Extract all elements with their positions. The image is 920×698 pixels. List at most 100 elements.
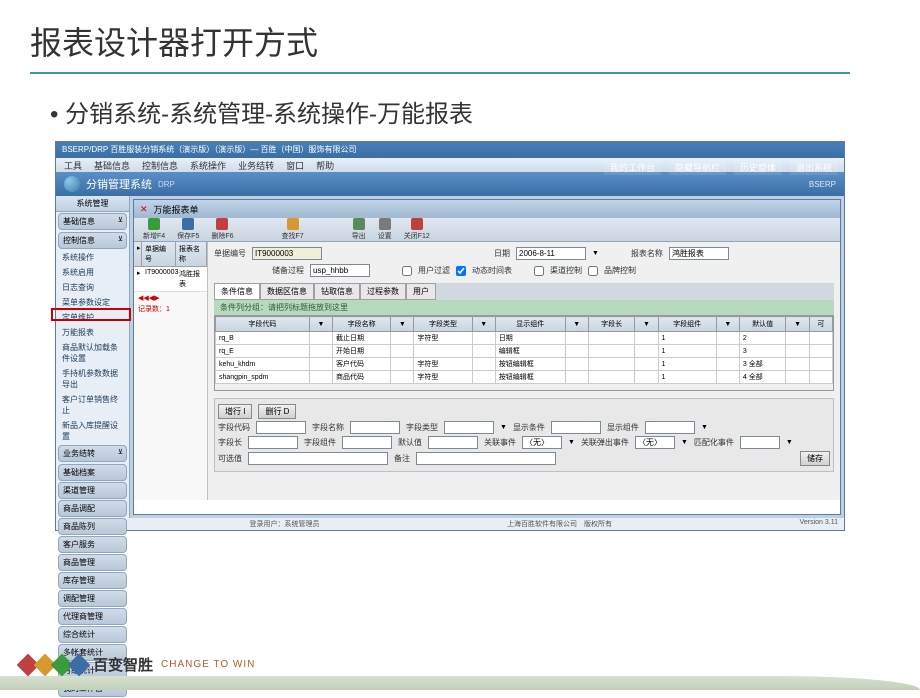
section-base[interactable]: 基础档案 xyxy=(58,464,127,481)
section-allocmgmt[interactable]: 调配管理 xyxy=(58,590,127,607)
table-row[interactable]: rq_B截止日期字符型日期12 xyxy=(216,332,833,345)
tab-procparam[interactable]: 过程参数 xyxy=(360,283,406,300)
tab-user[interactable]: 用户 xyxy=(406,283,436,300)
tab-dataarea[interactable]: 数据区信息 xyxy=(260,283,314,300)
slide-footer: 百变智胜 CHANGE TO WIN xyxy=(0,635,920,690)
record-count: 记录数：1 xyxy=(134,304,207,314)
input-relevent[interactable] xyxy=(522,436,562,449)
table-row[interactable]: rq_E开始日期编辑框13 xyxy=(216,345,833,358)
sidebar-item-orderstop[interactable]: 客户订单销售终止 xyxy=(56,392,129,418)
input-sp[interactable] xyxy=(310,264,370,277)
dropdown-icon[interactable]: ▼ xyxy=(592,250,599,257)
addrow-button[interactable]: 增行 I xyxy=(218,404,252,419)
menu-control[interactable]: 控制信息 xyxy=(142,159,178,171)
sidebar-item-sysstart[interactable]: 系统启用 xyxy=(56,265,129,280)
input-default[interactable] xyxy=(428,436,478,449)
list-panel: ▸ 单据编号 报表名称 ▸ IT9000003 鸿胜报表 ◀◀◀▶ 记录数：1 xyxy=(134,242,208,500)
tab-header: ✕ 万能报表单 xyxy=(134,200,840,218)
section-inventory[interactable]: 库存管理 xyxy=(58,572,127,589)
export-button[interactable]: 导出 xyxy=(349,217,369,242)
input-showcond[interactable] xyxy=(551,421,601,434)
menu-biz[interactable]: 业务结转 xyxy=(238,159,274,171)
chevron-down-icon: ⊻ xyxy=(118,216,123,224)
input-docno[interactable] xyxy=(252,247,322,260)
input-options[interactable] xyxy=(248,452,388,465)
settings-button[interactable]: 设置 xyxy=(375,217,395,242)
input-relpopup[interactable] xyxy=(635,436,675,449)
menu-base[interactable]: 基础信息 xyxy=(94,159,130,171)
group-baseinfo[interactable]: 基础信息⊻ xyxy=(58,213,127,230)
input-reportname[interactable] xyxy=(669,247,729,260)
label-sp: 储备过程 xyxy=(272,265,304,276)
section-display[interactable]: 商品陈列 xyxy=(58,518,127,535)
find-button[interactable]: 查找F7 xyxy=(279,217,307,242)
sidebar-item-log[interactable]: 日志查询 xyxy=(56,280,129,295)
status-user: 登录用户：系统管理员 xyxy=(250,519,320,529)
status-company: 上海百胜软件有限公司 版权所有 xyxy=(507,519,612,529)
globe-icon xyxy=(64,176,80,192)
link-hidenav[interactable]: 隐藏导航栏 xyxy=(669,160,726,175)
sidebar-item-ordermaint[interactable]: 定单维护 xyxy=(56,310,129,325)
condition-grid[interactable]: 字段代码▼ 字段名称▼ 字段类型▼ 显示组件▼ 字段长▼ 字段组件▼ 默认值▼ … xyxy=(214,315,834,391)
close-button[interactable]: 关闭F12 xyxy=(401,217,433,242)
link-exit[interactable]: 退出系统 xyxy=(790,160,838,175)
app-header: 分销管理系统 DRP BSERP xyxy=(56,172,844,196)
input-date[interactable] xyxy=(516,247,586,260)
section-agent[interactable]: 代理商管理 xyxy=(58,608,127,625)
link-workbench[interactable]: 我的工作台 xyxy=(604,160,661,175)
top-right-links: 我的工作台 隐藏导航栏 历史窗体 退出系统 xyxy=(604,160,838,175)
input-fieldcomp[interactable] xyxy=(342,436,392,449)
close-tab-icon[interactable]: ✕ xyxy=(140,204,148,215)
section-channel[interactable]: 渠道管理 xyxy=(58,482,127,499)
check-userfilter[interactable] xyxy=(402,266,412,276)
section-prodmgmt[interactable]: 商品管理 xyxy=(58,554,127,571)
list-row[interactable]: ▸ IT9000003 鸿胜报表 xyxy=(134,267,207,292)
check-channel[interactable] xyxy=(534,266,544,276)
input-fieldlen[interactable] xyxy=(248,436,298,449)
link-history[interactable]: 历史窗体 xyxy=(734,160,782,175)
detail-tabs: 条件信息 数据区信息 钻取信息 过程参数 用户 xyxy=(214,283,834,300)
sidebar-item-prodload[interactable]: 商品默认加载条件设置 xyxy=(56,340,129,366)
group-controlinfo[interactable]: 控制信息⊻ xyxy=(58,232,127,249)
delete-button[interactable]: 删除F6 xyxy=(208,217,236,242)
menu-help[interactable]: 帮助 xyxy=(316,159,334,171)
menu-window[interactable]: 窗口 xyxy=(286,159,304,171)
group-hint: 条件列分组：请把列标题拖放到这里 xyxy=(214,300,834,315)
delrow-button[interactable]: 删行 D xyxy=(258,404,296,419)
add-button[interactable]: 新增F4 xyxy=(140,217,168,242)
table-row[interactable]: kehu_khdm客户代码字符型按钮编辑框13 全部 xyxy=(216,358,833,371)
label-docno: 单据编号 xyxy=(214,248,246,259)
check-dynamictime[interactable] xyxy=(456,266,466,276)
label-reportname: 报表名称 xyxy=(631,248,663,259)
tab-condition[interactable]: 条件信息 xyxy=(214,283,260,300)
menu-tools[interactable]: 工具 xyxy=(64,159,82,171)
brand-logo: 百变智胜 CHANGE TO WIN xyxy=(20,654,255,675)
sidebar-item-newprod[interactable]: 新品入库提醒设置 xyxy=(56,418,129,444)
check-brand[interactable] xyxy=(588,266,598,276)
section-custsvc[interactable]: 客户服务 xyxy=(58,536,127,553)
input-fieldtype[interactable] xyxy=(444,421,494,434)
section-alloc[interactable]: 商品调配 xyxy=(58,500,127,517)
window-titlebar: BSERP/DRP 百胜服装分销系统（演示版）（演示版）— 百胜（中国）服饰有限… xyxy=(56,142,844,158)
status-bar: 登录用户：系统管理员 上海百胜软件有限公司 版权所有 Version 3.11 xyxy=(56,518,844,530)
breadcrumb-path: 分销系统-系统管理-系统操作-万能报表 xyxy=(0,74,920,141)
col-reportname[interactable]: 报表名称 xyxy=(176,242,207,266)
input-fieldname[interactable] xyxy=(350,421,400,434)
menu-sysop[interactable]: 系统操作 xyxy=(190,159,226,171)
table-row[interactable]: shangpin_spdm商品代码字符型按钮编辑框14 全部 xyxy=(216,371,833,384)
sidebar-item-menuparam[interactable]: 菜单参数设定 xyxy=(56,295,129,310)
input-matchevent[interactable] xyxy=(740,436,780,449)
col-docno[interactable]: 单据编号 xyxy=(142,242,176,266)
tab-drill[interactable]: 钻取信息 xyxy=(314,283,360,300)
sidebar-item-handheld[interactable]: 手持机参数数据导出 xyxy=(56,366,129,392)
input-showcomp[interactable] xyxy=(645,421,695,434)
sidebar-item-universalreport[interactable]: 万能报表 xyxy=(56,325,129,340)
group-bizclose[interactable]: 业务结转⊻ xyxy=(58,445,127,462)
input-remark[interactable] xyxy=(416,452,556,465)
input-fieldcode[interactable] xyxy=(256,421,306,434)
save-button[interactable]: 保存F5 xyxy=(174,217,202,242)
chevron-down-icon: ⊻ xyxy=(118,235,123,243)
logo-slogan: CHANGE TO WIN xyxy=(161,659,255,670)
store-button[interactable]: 储存 xyxy=(800,451,830,466)
sidebar-item-sysop[interactable]: 系统操作 xyxy=(56,250,129,265)
